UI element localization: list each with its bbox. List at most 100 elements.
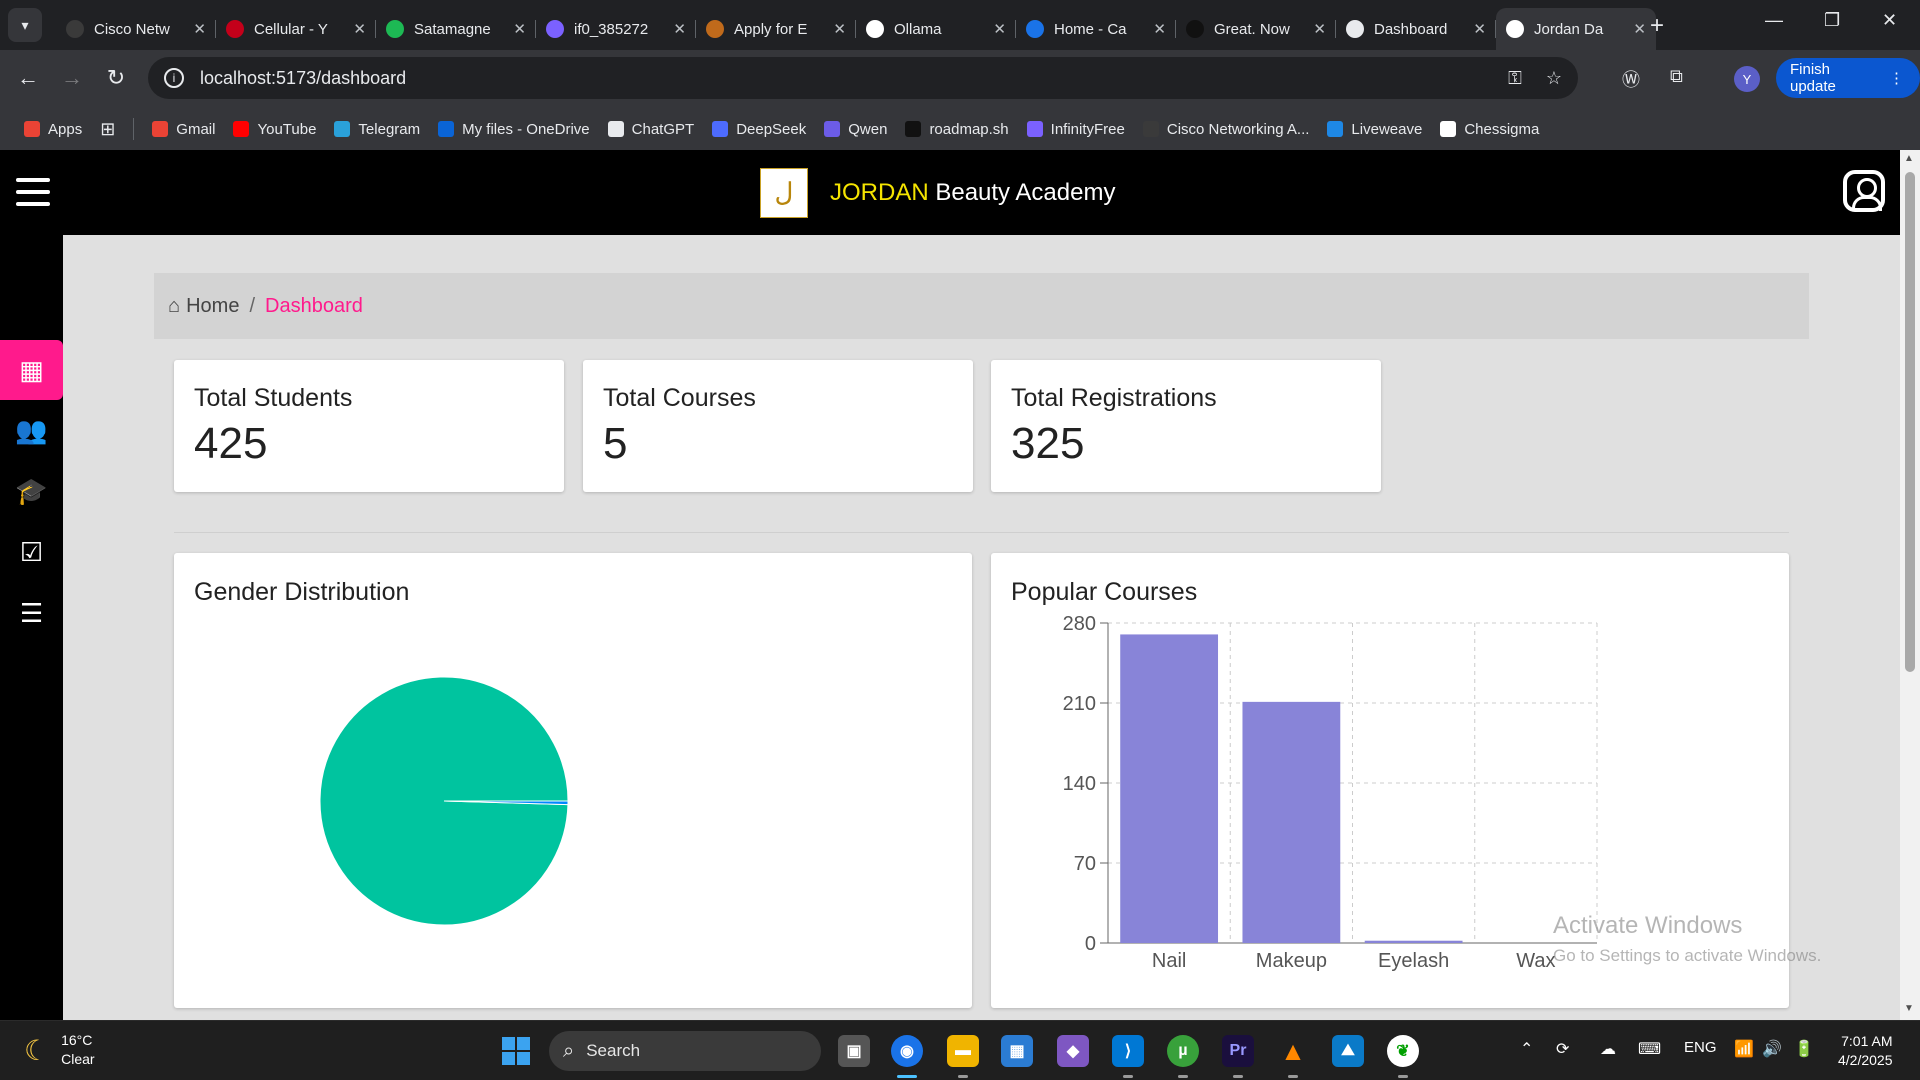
forward-button[interactable]: → <box>56 62 88 94</box>
stat-label: Total Courses <box>603 384 756 412</box>
browser-tab[interactable]: Satamagne ✕ <box>376 12 536 46</box>
chrome-taskbar-icon[interactable]: ◉ <box>891 1035 923 1078</box>
bookmark-item[interactable]: My files - OneDrive <box>438 121 590 138</box>
mongodb-icon[interactable]: ❦ <box>1387 1035 1419 1078</box>
weather-widget[interactable]: ☾ 16°C Clear <box>24 1031 95 1069</box>
system-clock[interactable]: 7:01 AM 4/2/2025 <box>1838 1032 1893 1070</box>
keyboard-icon[interactable]: ⌨ <box>1638 1039 1661 1059</box>
scroll-up-icon[interactable]: ▲ <box>1904 153 1914 164</box>
scroll-thumb[interactable] <box>1905 172 1915 672</box>
tab-close-icon[interactable]: ✕ <box>1473 20 1486 38</box>
bookmark-item[interactable]: Telegram <box>334 121 420 138</box>
kebab-menu-icon: ⋮ <box>1889 70 1904 87</box>
tab-close-icon[interactable]: ✕ <box>193 20 206 38</box>
reload-button[interactable]: ↻ <box>100 62 132 94</box>
tab-title: Dashboard <box>1374 20 1448 38</box>
bookmark-item[interactable]: roadmap.sh <box>905 120 1009 138</box>
tab-close-icon[interactable]: ✕ <box>513 20 526 38</box>
url-text[interactable]: localhost:5173/dashboard <box>200 68 406 89</box>
vscode-icon[interactable]: ⟩ <box>1112 1035 1144 1078</box>
profile-avatar[interactable]: Y <box>1734 66 1760 92</box>
tab-close-icon[interactable]: ✕ <box>673 20 686 38</box>
tab-close-icon[interactable]: ✕ <box>353 20 366 38</box>
battery-icon[interactable]: 🔋 <box>1794 1039 1814 1059</box>
browser-tab[interactable]: Ollama ✕ <box>856 12 1016 46</box>
scroll-down-icon[interactable]: ▼ <box>1904 1003 1914 1014</box>
bookmark-item[interactable]: Apps <box>24 121 82 138</box>
address-bar[interactable]: i localhost:5173/dashboard ⚿ ☆ <box>148 57 1578 99</box>
bookmark-item[interactable]: Liveweave <box>1327 121 1422 138</box>
photos-icon[interactable]: ⛰ <box>1332 1035 1364 1067</box>
m365-icon[interactable]: ◆ <box>1057 1035 1089 1067</box>
bookmark-star-icon[interactable]: ☆ <box>1546 68 1562 89</box>
bookmark-item[interactable]: Qwen <box>824 121 887 138</box>
tab-search-button[interactable]: ▾ <box>8 8 42 42</box>
task-view-icon[interactable]: ▣ <box>838 1035 870 1067</box>
utorrent-icon[interactable]: µ <box>1167 1035 1199 1078</box>
extension-icon[interactable]: Ⓦ <box>1622 66 1640 92</box>
ms-store-icon[interactable]: ▦ <box>1001 1035 1033 1067</box>
account-icon[interactable] <box>1843 170 1885 212</box>
bookmark-item[interactable]: DeepSeek <box>712 121 806 138</box>
windows-start-icon[interactable] <box>502 1037 530 1065</box>
tab-close-icon[interactable]: ✕ <box>993 20 1006 38</box>
tab-close-icon[interactable]: ✕ <box>1153 20 1166 38</box>
vlc-icon[interactable]: ▲ <box>1277 1035 1309 1078</box>
browser-tab[interactable]: Dashboard ✕ <box>1336 12 1496 46</box>
browser-tab[interactable]: Apply for E ✕ <box>696 12 856 46</box>
bookmark-label: roadmap.sh <box>929 120 1009 138</box>
bookmark-favicon-icon <box>712 121 729 137</box>
back-button[interactable]: ← <box>12 62 44 94</box>
browser-tab[interactable]: Cisco Netw ✕ <box>56 12 216 46</box>
password-key-icon[interactable]: ⚿ <box>1508 68 1522 89</box>
breadcrumb-home[interactable]: Home <box>186 295 239 318</box>
weather-condition: Clear <box>61 1051 95 1067</box>
checklist-edit-icon: ☑ <box>19 536 44 567</box>
bookmark-favicon-icon <box>152 121 169 137</box>
tab-close-icon[interactable]: ✕ <box>1313 20 1326 38</box>
file-explorer-icon[interactable]: ▬ <box>947 1035 979 1078</box>
home-icon[interactable]: ⌂ <box>168 295 180 318</box>
nav-courses[interactable]: 🎓 <box>0 461 63 521</box>
browser-tab[interactable]: Home - Ca ✕ <box>1016 12 1176 46</box>
onedrive-cloud-icon[interactable]: ☁ <box>1600 1039 1616 1059</box>
new-tab-button[interactable]: + <box>1650 12 1664 40</box>
tab-favicon-icon <box>546 20 564 38</box>
minimize-button[interactable]: — <box>1765 10 1783 31</box>
tab-close-icon[interactable]: ✕ <box>833 20 846 38</box>
bookmark-item[interactable]: Cisco Networking A... <box>1142 121 1309 138</box>
browser-tab[interactable]: Cellular - Y ✕ <box>216 12 376 46</box>
wifi-icon[interactable]: 📶 <box>1734 1039 1754 1059</box>
volume-icon[interactable]: 🔊 <box>1762 1039 1782 1059</box>
close-window-button[interactable]: ✕ <box>1882 10 1897 31</box>
tab-groups-icon[interactable]: ⊞ <box>100 119 115 140</box>
nav-dashboard[interactable]: ▦ <box>0 340 63 400</box>
tab-close-icon[interactable]: ✕ <box>1633 20 1646 38</box>
page-scrollbar[interactable]: ▲ ▼ <box>1900 150 1920 1020</box>
brand-highlight: JORDAN <box>830 179 929 206</box>
nav-registrations[interactable]: ☑ <box>0 522 63 582</box>
restore-button[interactable]: ❐ <box>1824 10 1840 31</box>
clock-date: 4/2/2025 <box>1838 1052 1893 1068</box>
brand[interactable]: ل JORDAN Beauty Academy <box>760 168 1115 218</box>
browser-tab[interactable]: Great. Now ✕ <box>1176 12 1336 46</box>
bookmark-item[interactable]: Chessigma <box>1440 121 1539 138</box>
nav-list[interactable]: ☰ <box>0 583 63 643</box>
extensions-puzzle-icon[interactable]: ⧉ <box>1670 66 1683 87</box>
bookmark-item[interactable]: Gmail <box>152 121 215 138</box>
bookmark-item[interactable]: ChatGPT <box>607 121 694 138</box>
bookmark-item[interactable]: YouTube <box>233 121 316 138</box>
browser-tab[interactable]: if0_385272 ✕ <box>536 12 696 46</box>
hamburger-menu-icon[interactable] <box>16 178 50 214</box>
nav-students[interactable]: 👥 <box>0 400 63 460</box>
site-info-icon[interactable]: i <box>164 68 184 88</box>
chevron-up-icon[interactable]: ⌃ <box>1520 1039 1533 1059</box>
bookmark-item[interactable]: InfinityFree <box>1026 121 1125 138</box>
finish-update-button[interactable]: Finish update ⋮ <box>1776 58 1920 98</box>
language-indicator[interactable]: ENG <box>1684 1039 1717 1056</box>
premiere-icon[interactable]: Pr <box>1222 1035 1254 1078</box>
taskbar-search[interactable]: ⌕ Search <box>549 1031 821 1071</box>
browser-tab[interactable]: Jordan Da ✕ <box>1496 8 1656 50</box>
sync-icon[interactable]: ⟳ <box>1556 1039 1569 1059</box>
y-tick-label: 0 <box>1085 933 1096 955</box>
